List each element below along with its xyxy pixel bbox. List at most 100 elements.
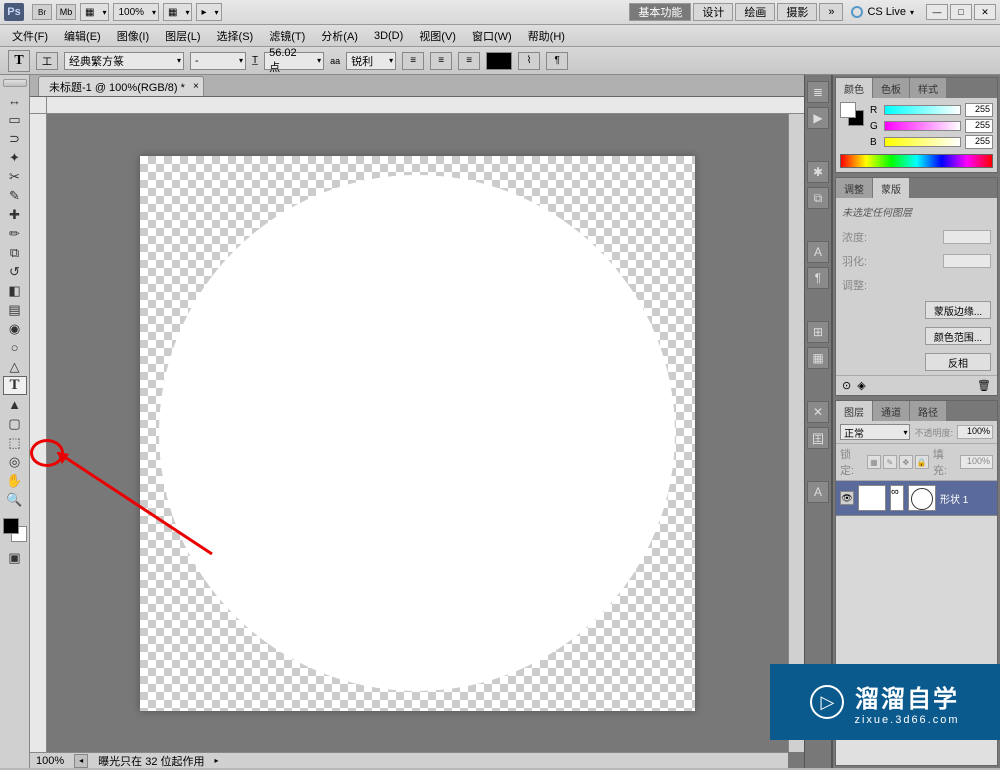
crop-tool-icon[interactable]: ✂	[3, 167, 27, 186]
character-panel-icon[interactable]: ¶	[546, 52, 568, 70]
font-family-dropdown[interactable]: 经典繁方篆	[64, 52, 184, 70]
invert-button[interactable]: 反相	[925, 353, 991, 371]
menu-select[interactable]: 选择(S)	[209, 25, 262, 47]
mask-edge-button[interactable]: 蒙版边缘...	[925, 301, 991, 319]
menu-filter[interactable]: 滤镜(T)	[261, 25, 313, 47]
menu-file[interactable]: 文件(F)	[4, 25, 56, 47]
tab-close-icon[interactable]: ×	[193, 81, 199, 92]
font-size-dropdown[interactable]: 56.02 点	[264, 52, 324, 70]
move-tool-icon[interactable]: ↔	[3, 91, 27, 110]
menu-3d[interactable]: 3D(D)	[366, 27, 411, 45]
status-prev-icon[interactable]: ◂	[74, 754, 88, 768]
color-spectrum[interactable]	[840, 154, 993, 168]
workspace-painting[interactable]: 绘画	[735, 3, 775, 21]
document-tab[interactable]: 未标题-1 @ 100%(RGB/8) * ×	[38, 76, 204, 96]
opacity-input[interactable]: 100%	[957, 425, 993, 439]
align-left-icon[interactable]: ≡	[402, 52, 424, 70]
info-panel-icon[interactable]: ✕	[807, 401, 829, 423]
tab-adjustments[interactable]: 调整	[836, 178, 872, 198]
lock-transparent-icon[interactable]: ▦	[867, 455, 881, 469]
menu-analysis[interactable]: 分析(A)	[313, 25, 366, 47]
gradient-tool-icon[interactable]: ▤	[3, 300, 27, 319]
horizontal-scrollbar[interactable]: 100% ◂ 曝光只在 32 位起作用 ▸	[30, 752, 788, 768]
close-icon[interactable]: ✕	[974, 4, 996, 20]
workspace-essentials[interactable]: 基本功能	[629, 3, 691, 21]
visibility-eye-icon[interactable]: 👁	[840, 491, 854, 505]
maximize-icon[interactable]: □	[950, 4, 972, 20]
b-slider[interactable]	[884, 137, 961, 147]
dodge-tool-icon[interactable]: ○	[3, 338, 27, 357]
workspace-design[interactable]: 设计	[693, 3, 733, 21]
quick-mask-icon[interactable]: ▣	[3, 548, 27, 567]
blend-mode-dropdown[interactable]: 正常	[840, 424, 910, 440]
workspace-photography[interactable]: 摄影	[777, 3, 817, 21]
lock-position-icon[interactable]: ✥	[899, 455, 913, 469]
mask-apply-icon[interactable]: ◈	[857, 379, 865, 392]
quick-select-tool-icon[interactable]: ✦	[3, 148, 27, 167]
tab-swatches[interactable]: 色板	[873, 78, 909, 98]
tab-styles[interactable]: 样式	[910, 78, 946, 98]
tools-grip-icon[interactable]	[3, 79, 27, 87]
brush-presets-panel-icon[interactable]: ✱	[807, 161, 829, 183]
g-value[interactable]: 255	[965, 119, 993, 133]
antialias-dropdown[interactable]: 锐利	[346, 52, 396, 70]
layer-thumbnail[interactable]	[858, 485, 886, 511]
marquee-tool-icon[interactable]: ▭	[3, 110, 27, 129]
lasso-tool-icon[interactable]: ⊃	[3, 129, 27, 148]
navigator-panel-icon[interactable]: ⊞	[807, 321, 829, 343]
menu-image[interactable]: 图像(I)	[109, 25, 157, 47]
canvas[interactable]	[140, 156, 695, 711]
text-orientation-toggle[interactable]: 工	[36, 52, 58, 70]
text-color-swatch[interactable]	[486, 52, 512, 70]
menu-window[interactable]: 窗口(W)	[464, 25, 520, 47]
blur-tool-icon[interactable]: ◉	[3, 319, 27, 338]
ruler-horizontal[interactable]	[47, 97, 804, 114]
swatches-panel-icon[interactable]: ▦	[807, 347, 829, 369]
b-value[interactable]: 255	[965, 135, 993, 149]
mask-load-icon[interactable]: ⊙	[842, 379, 851, 392]
vertical-scrollbar[interactable]	[788, 114, 804, 752]
shape-tool-icon[interactable]: ▢	[3, 414, 27, 433]
canvas-viewport[interactable]	[47, 114, 788, 752]
lock-pixels-icon[interactable]: ✎	[883, 455, 897, 469]
workspace-more[interactable]: »	[819, 3, 843, 21]
panel-fg-swatch[interactable]	[840, 102, 856, 118]
tab-channels[interactable]: 通道	[873, 401, 909, 421]
history-panel-icon[interactable]: ≣	[807, 81, 829, 103]
align-right-icon[interactable]: ≡	[458, 52, 480, 70]
tab-color[interactable]: 颜色	[836, 78, 872, 98]
eyedropper-tool-icon[interactable]: ✎	[3, 186, 27, 205]
menu-layer[interactable]: 图层(L)	[157, 25, 208, 47]
screen-mode-dropdown[interactable]: ▦	[80, 3, 109, 21]
layer-vector-link-icon[interactable]: ∞	[890, 485, 904, 511]
font-style-dropdown[interactable]: -	[190, 52, 246, 70]
layer-row[interactable]: 👁 ∞ 形状 1	[836, 481, 997, 515]
type-tool-icon[interactable]: T	[3, 376, 27, 395]
paragraph-panel-icon[interactable]: ¶	[807, 267, 829, 289]
arrange-dropdown[interactable]: ▦	[163, 3, 192, 21]
color-swatches[interactable]	[3, 518, 27, 542]
something-panel-icon[interactable]: 囯	[807, 427, 829, 449]
layer-name[interactable]: 形状 1	[940, 491, 968, 506]
color-range-button[interactable]: 颜色范围...	[925, 327, 991, 345]
r-slider[interactable]	[884, 105, 961, 115]
extras-dropdown[interactable]: ▸	[196, 3, 221, 21]
foreground-color-swatch[interactable]	[3, 518, 19, 534]
path-select-tool-icon[interactable]: ▲	[3, 395, 27, 414]
brush-tool-icon[interactable]: ✏	[3, 224, 27, 243]
fill-input[interactable]: 100%	[960, 455, 993, 469]
menu-view[interactable]: 视图(V)	[411, 25, 464, 47]
g-slider[interactable]	[884, 121, 961, 131]
styles-panel-icon[interactable]: A	[807, 481, 829, 503]
3d-camera-tool-icon[interactable]: ◎	[3, 452, 27, 471]
zoom-tool-icon[interactable]: 🔍	[3, 490, 27, 509]
current-tool-icon[interactable]: T	[8, 50, 30, 72]
healing-tool-icon[interactable]: ✚	[3, 205, 27, 224]
actions-panel-icon[interactable]: ▶	[807, 107, 829, 129]
zoom-readout[interactable]: 100%	[36, 755, 64, 767]
tab-masks[interactable]: 蒙版	[873, 178, 909, 198]
menu-help[interactable]: 帮助(H)	[520, 25, 573, 47]
pen-tool-icon[interactable]: △	[3, 357, 27, 376]
lock-all-icon[interactable]: 🔒	[915, 455, 929, 469]
clone-source-panel-icon[interactable]: ⧉	[807, 187, 829, 209]
